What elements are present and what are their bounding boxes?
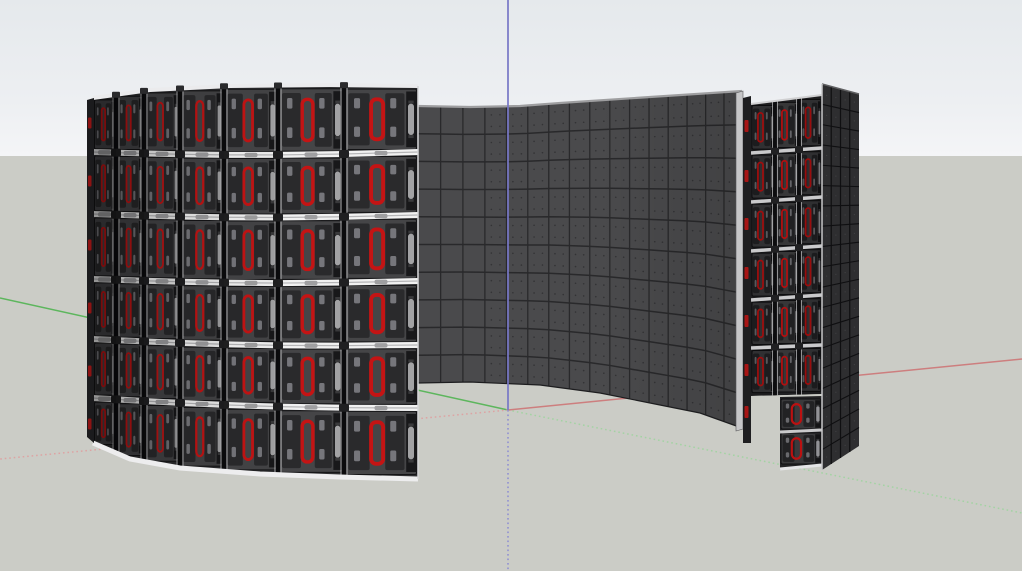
led-panel[interactable] xyxy=(280,158,343,214)
led-panel[interactable] xyxy=(280,286,343,342)
led-panel[interactable] xyxy=(781,399,821,429)
led-panel[interactable] xyxy=(280,411,343,473)
led-wall-right-edge-grid[interactable] xyxy=(822,84,859,470)
led-wall-left-section[interactable] xyxy=(85,78,425,486)
led-wall-junction xyxy=(736,91,751,443)
led-panel[interactable] xyxy=(280,221,343,280)
led-panel[interactable] xyxy=(346,219,417,278)
led-panel[interactable] xyxy=(280,349,343,404)
scene-canvas[interactable] xyxy=(0,0,1022,571)
led-panel[interactable] xyxy=(346,349,417,405)
led-panel[interactable] xyxy=(280,89,343,151)
led-panel[interactable] xyxy=(346,157,417,213)
viewport-3d[interactable] xyxy=(0,0,1022,571)
led-panel[interactable] xyxy=(346,285,417,342)
led-panel[interactable] xyxy=(346,89,417,149)
led-panel[interactable] xyxy=(346,411,417,474)
led-panel[interactable] xyxy=(781,433,821,464)
